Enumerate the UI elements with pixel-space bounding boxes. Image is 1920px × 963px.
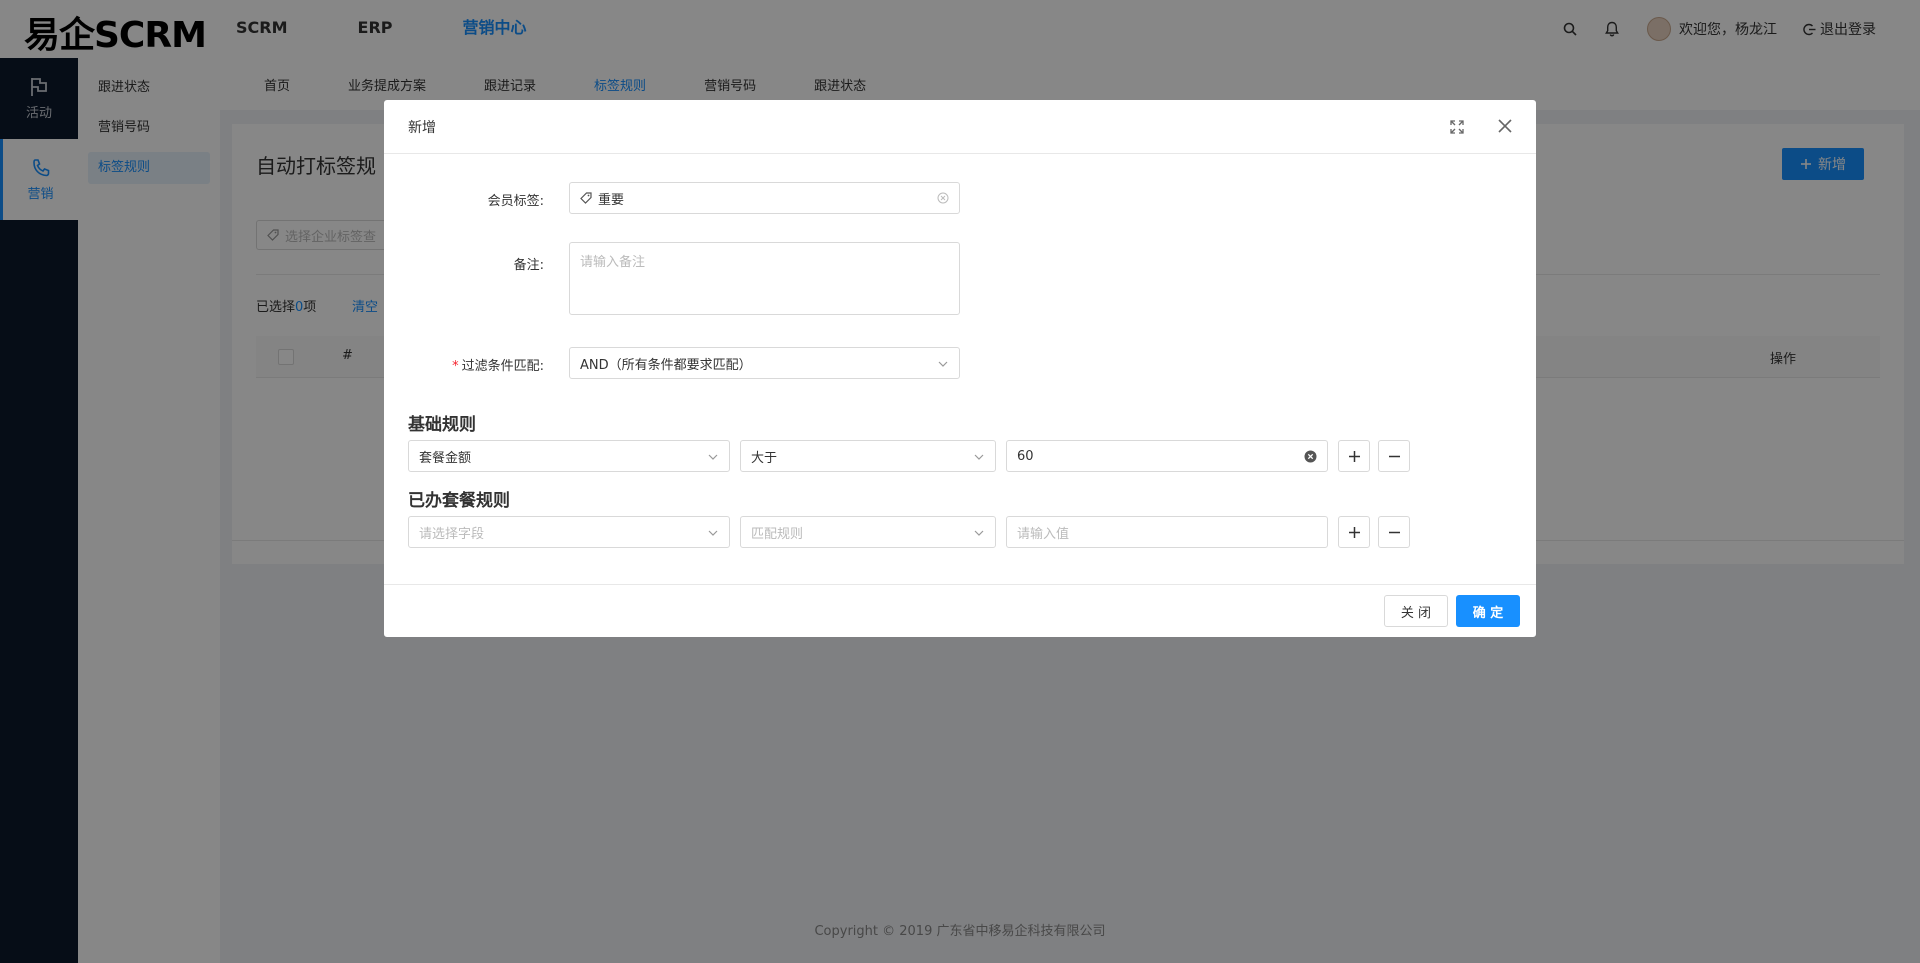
package-rule-operator-select[interactable]: 匹配规则 bbox=[740, 516, 996, 548]
add-basic-rule-button[interactable] bbox=[1338, 440, 1370, 472]
member-tag-value: 重要 bbox=[598, 192, 625, 208]
remove-package-rule-button[interactable] bbox=[1378, 516, 1410, 548]
basic-rule-value: 60 bbox=[1017, 448, 1034, 464]
basic-rules-title: 基础规则 bbox=[408, 415, 476, 435]
package-rule-field-placeholder: 请选择字段 bbox=[419, 526, 485, 542]
remark-label: 备注: bbox=[513, 258, 544, 273]
dialog-title: 新增 bbox=[408, 120, 436, 136]
filter-match-value: AND（所有条件都要求匹配） bbox=[580, 357, 752, 373]
minus-icon bbox=[1388, 455, 1400, 457]
filter-match-select[interactable]: AND（所有条件都要求匹配） bbox=[569, 347, 960, 379]
add-package-rule-button[interactable] bbox=[1338, 516, 1370, 548]
filter-match-label: * 过滤条件匹配: bbox=[452, 359, 544, 374]
package-rule-operator-placeholder: 匹配规则 bbox=[751, 526, 804, 542]
minus-icon bbox=[1388, 531, 1400, 533]
dialog-header: 新增 bbox=[384, 100, 1536, 154]
basic-rule-operator-value: 大于 bbox=[751, 450, 778, 466]
package-rule-value-placeholder: 请输入值 bbox=[1017, 526, 1070, 542]
clear-icon[interactable] bbox=[1304, 450, 1317, 463]
package-rule-field-select[interactable]: 请选择字段 bbox=[408, 516, 730, 548]
close-button[interactable]: 关 闭 bbox=[1384, 595, 1448, 627]
remark-placeholder: 请输入备注 bbox=[580, 255, 646, 270]
plus-icon bbox=[1348, 526, 1360, 538]
close-icon[interactable] bbox=[1496, 117, 1514, 135]
remark-textarea[interactable]: 请输入备注 bbox=[569, 242, 960, 315]
basic-rule-field-value: 套餐金额 bbox=[419, 450, 472, 466]
dialog-footer: 关 闭 确 定 bbox=[384, 584, 1536, 637]
chevron-down-icon bbox=[974, 530, 984, 536]
filter-match-label-text: 过滤条件匹配: bbox=[461, 359, 544, 374]
confirm-button[interactable]: 确 定 bbox=[1456, 595, 1520, 627]
chevron-down-icon bbox=[938, 361, 948, 367]
member-tag-input[interactable]: 重要 bbox=[569, 182, 960, 214]
maximize-icon[interactable] bbox=[1450, 120, 1464, 134]
basic-rule-field-select[interactable]: 套餐金额 bbox=[408, 440, 730, 472]
package-rules-title: 已办套餐规则 bbox=[408, 491, 510, 511]
add-tag-rule-dialog: 新增 会员标签: 重要 备注: 请输入备注 * 过滤条件匹配: AND（所有条件都… bbox=[384, 100, 1536, 637]
basic-rule-operator-select[interactable]: 大于 bbox=[740, 440, 996, 472]
chevron-down-icon bbox=[708, 530, 718, 536]
remove-basic-rule-button[interactable] bbox=[1378, 440, 1410, 472]
package-rule-value-input[interactable]: 请输入值 bbox=[1006, 516, 1328, 548]
tag-icon bbox=[580, 192, 592, 204]
chevron-down-icon bbox=[974, 454, 984, 460]
member-tag-label: 会员标签: bbox=[487, 194, 544, 209]
basic-rule-value-input[interactable]: 60 bbox=[1006, 440, 1328, 472]
clear-icon[interactable] bbox=[937, 192, 949, 204]
plus-icon bbox=[1348, 450, 1360, 462]
chevron-down-icon bbox=[708, 454, 718, 460]
